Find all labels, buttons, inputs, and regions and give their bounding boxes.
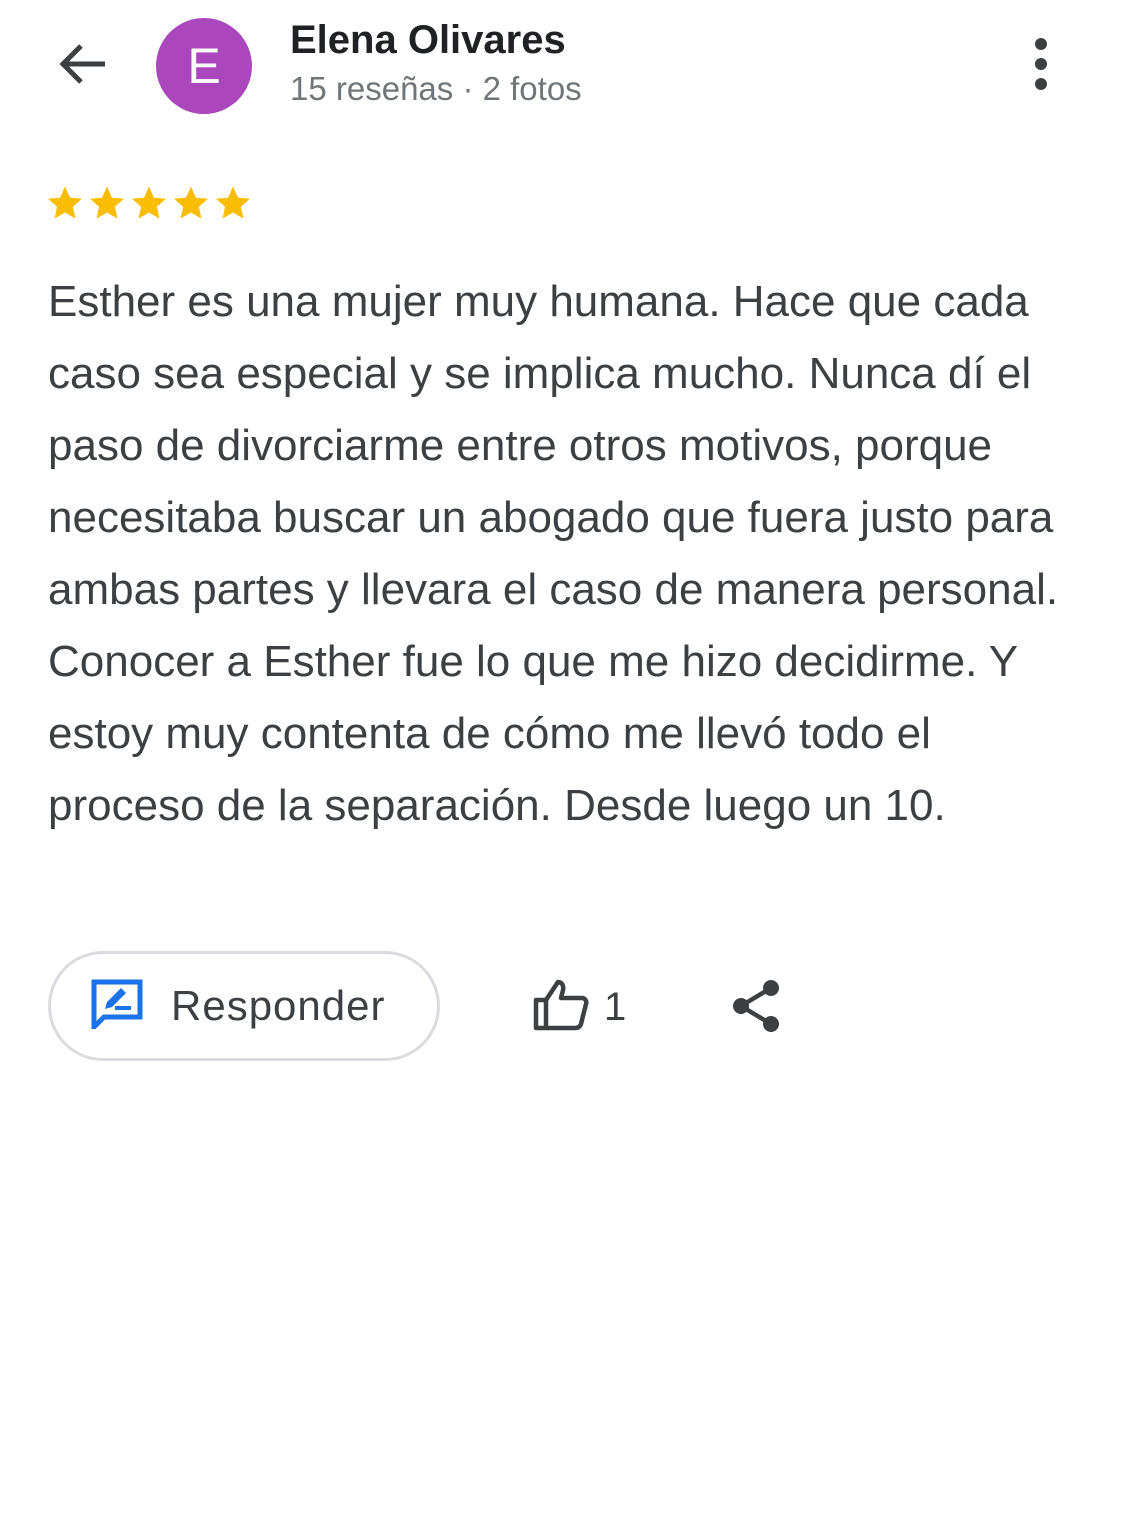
share-icon <box>731 979 781 1038</box>
star-icon <box>88 184 126 222</box>
star-icon <box>130 184 168 222</box>
reply-edit-icon <box>91 979 143 1034</box>
review-text: Esther es una mujer muy humana. Hace que… <box>48 277 1059 830</box>
star-icon <box>172 184 210 222</box>
author-name[interactable]: Elena Olivares <box>290 18 566 63</box>
arrow-back-icon <box>57 42 109 91</box>
thumbs-up-icon <box>532 978 590 1037</box>
star-icon <box>46 184 84 222</box>
reply-button[interactable]: Responder <box>48 951 440 1061</box>
more-options-button[interactable] <box>1015 36 1067 96</box>
like-count: 1 <box>604 984 627 1029</box>
share-button[interactable] <box>728 978 784 1038</box>
star-rating <box>46 184 252 222</box>
review-header: E Elena Olivares 15 reseñas · 2 fotos <box>0 0 1125 140</box>
back-button[interactable] <box>50 36 116 96</box>
avatar[interactable]: E <box>156 18 252 114</box>
more-vert-icon <box>1033 37 1049 95</box>
like-button[interactable]: 1 <box>532 972 626 1042</box>
reply-button-label: Responder <box>171 982 386 1029</box>
star-icon <box>214 184 252 222</box>
author-meta: 15 reseñas · 2 fotos <box>290 70 582 107</box>
